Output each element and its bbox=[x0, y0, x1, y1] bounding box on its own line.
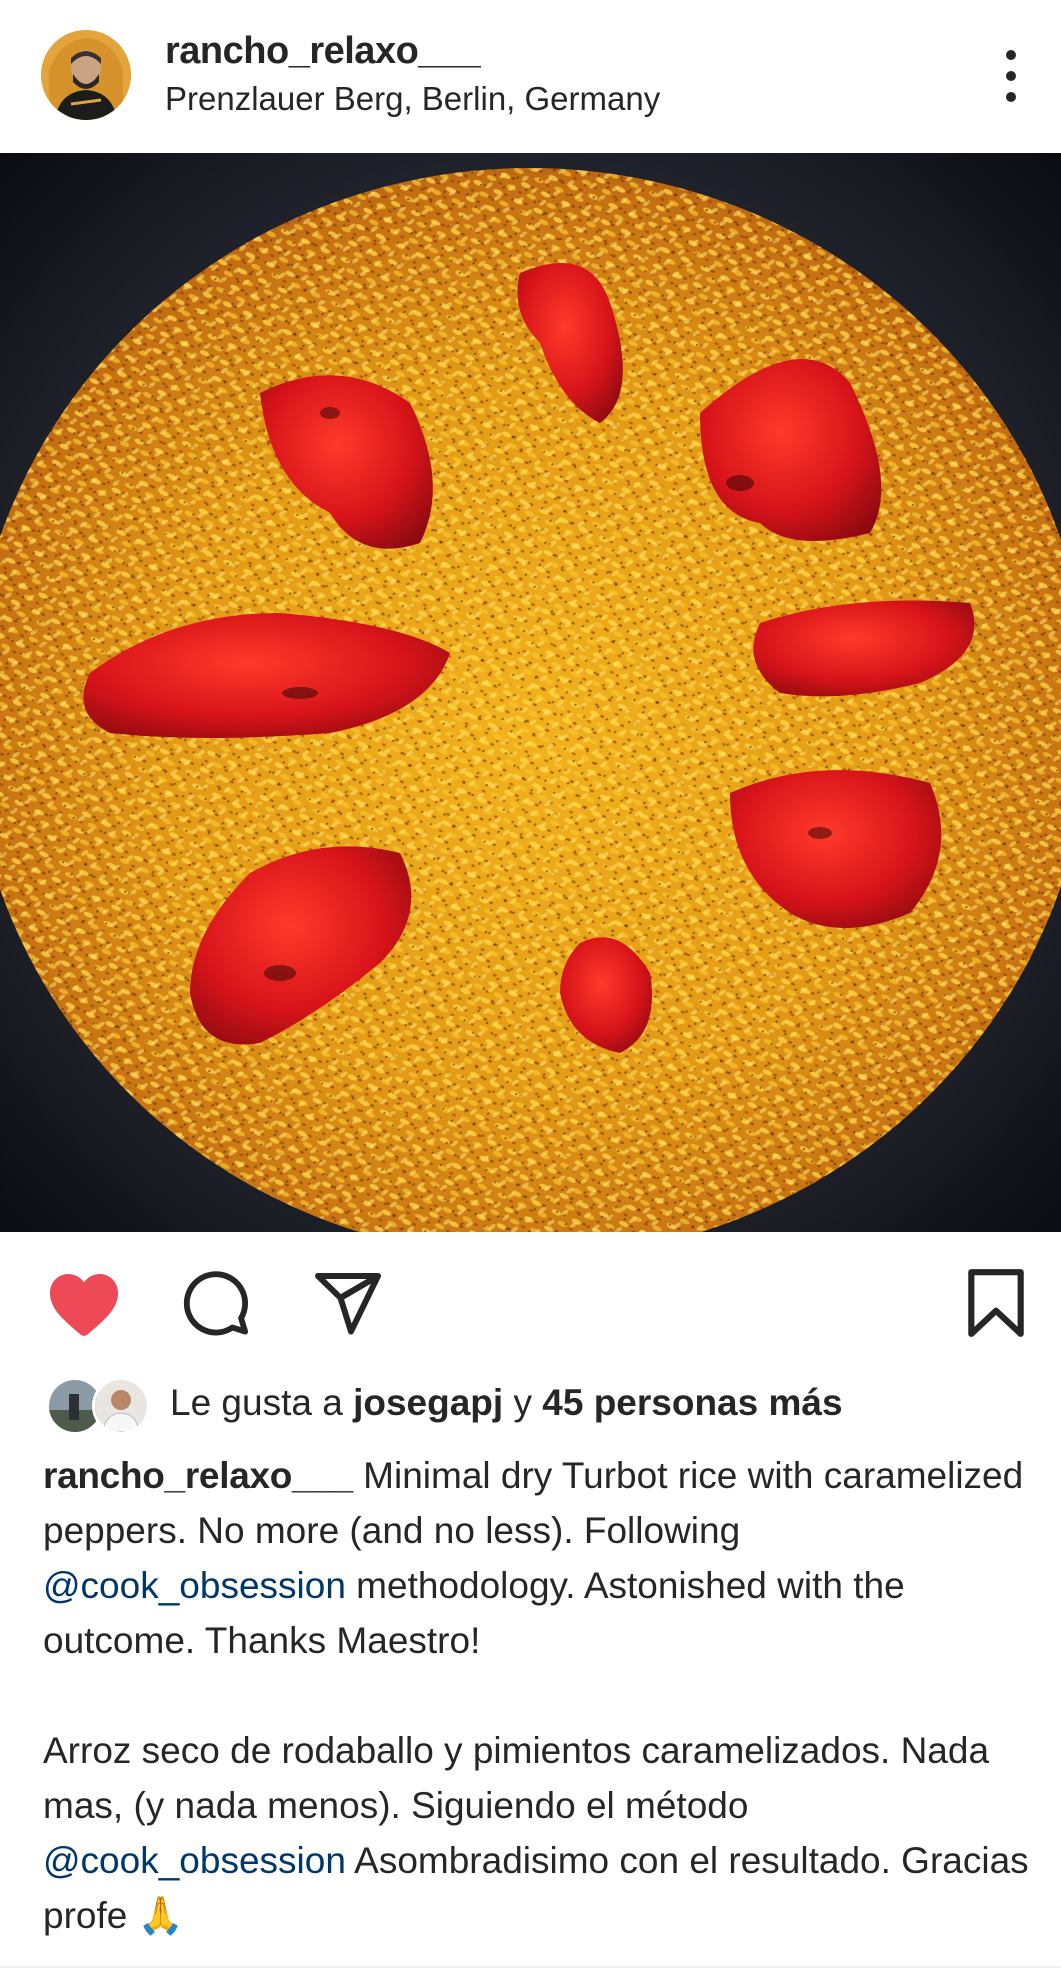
bookmark-icon[interactable] bbox=[964, 1266, 1028, 1340]
post-actions bbox=[0, 1232, 1061, 1372]
likes-row: Le gusta a josegapj y 45 personas más bbox=[0, 1372, 1061, 1438]
likes-prefix: Le gusta a bbox=[170, 1382, 354, 1423]
avatar-image bbox=[41, 30, 131, 120]
post-location[interactable]: Prenzlauer Berg, Berlin, Germany bbox=[165, 80, 660, 118]
divider bbox=[0, 1966, 1061, 1968]
send-icon[interactable] bbox=[312, 1270, 384, 1336]
profile-avatar[interactable] bbox=[41, 30, 131, 120]
post-username[interactable]: rancho_relaxo___ bbox=[165, 30, 481, 73]
post-header: rancho_relaxo___ Prenzlauer Berg, Berlin… bbox=[0, 0, 1061, 153]
mention-link[interactable]: @cook_obsession bbox=[43, 1840, 346, 1881]
caption-text-es: Arroz seco de rodaballo y pimientos cara… bbox=[43, 1730, 990, 1826]
likes-middle: y bbox=[503, 1382, 543, 1423]
liker-username[interactable]: josegapj bbox=[353, 1382, 503, 1423]
more-vertical-icon[interactable] bbox=[996, 48, 1026, 104]
caption-es: Arroz seco de rodaballo y pimientos cara… bbox=[43, 1723, 1033, 1943]
likes-text: Le gusta a josegapj y 45 personas más bbox=[170, 1382, 843, 1424]
post-photo[interactable] bbox=[0, 153, 1061, 1232]
mention-link[interactable]: @cook_obsession bbox=[43, 1565, 346, 1606]
paella-photo bbox=[0, 153, 1061, 1232]
caption-en: rancho_relaxo___ Minimal dry Turbot rice… bbox=[43, 1448, 1033, 1668]
comment-icon[interactable] bbox=[181, 1268, 251, 1338]
post-caption: rancho_relaxo___ Minimal dry Turbot rice… bbox=[43, 1448, 1033, 1943]
caption-username[interactable]: rancho_relaxo___ bbox=[43, 1455, 353, 1496]
liker-avatar[interactable] bbox=[92, 1377, 150, 1435]
likes-count[interactable]: 45 personas más bbox=[542, 1382, 842, 1423]
heart-filled-icon[interactable] bbox=[46, 1270, 122, 1338]
